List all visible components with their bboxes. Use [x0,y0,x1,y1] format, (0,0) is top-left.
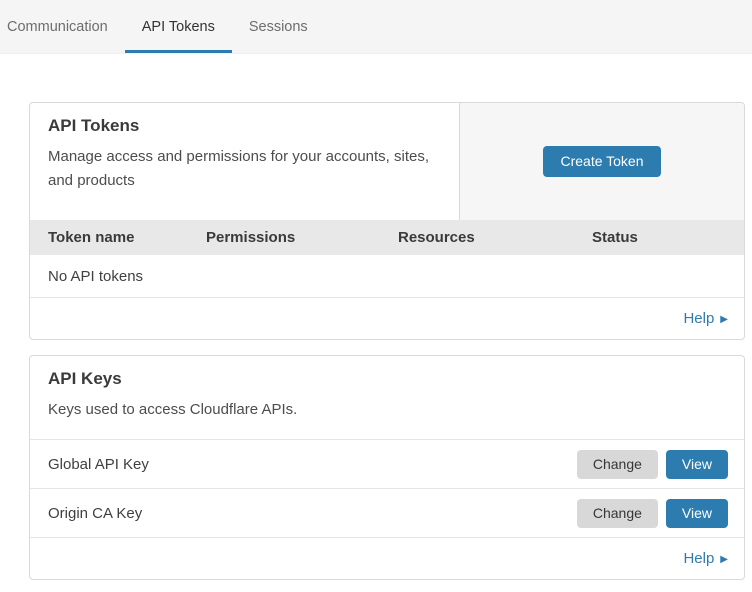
api-tokens-help-link[interactable]: Help ▶ [683,310,728,327]
api-tokens-description: Manage access and permissions for your a… [48,145,441,193]
arrow-right-icon: ▶ [720,314,728,325]
global-api-key-label: Global API Key [48,456,149,473]
global-api-key-view-button[interactable]: View [666,450,728,479]
api-keys-help-link[interactable]: Help ▶ [683,550,728,567]
api-keys-card-header: API Keys Keys used to access Cloudflare … [30,356,744,440]
token-table-empty-row: No API tokens [30,255,744,298]
tab-api-tokens[interactable]: API Tokens [125,0,232,53]
global-api-key-change-button[interactable]: Change [577,450,658,479]
api-tokens-help-row: Help ▶ [30,298,744,339]
api-tokens-card-header-text: API Tokens Manage access and permissions… [30,103,459,220]
token-table-header: Token name Permissions Resources Status [30,220,744,255]
api-tokens-card-header: API Tokens Manage access and permissions… [30,103,744,220]
api-keys-title: API Keys [48,369,726,389]
origin-ca-key-label: Origin CA Key [48,505,142,522]
token-table-empty-message: No API tokens [48,268,143,285]
create-token-button[interactable]: Create Token [543,146,660,177]
global-api-key-row: Global API Key Change View [30,440,744,489]
origin-ca-key-change-button[interactable]: Change [577,499,658,528]
global-api-key-actions: Change View [577,450,728,479]
api-keys-description: Keys used to access Cloudflare APIs. [48,398,726,422]
arrow-right-icon: ▶ [720,554,728,565]
token-table-col-token-name: Token name [48,229,206,246]
main-content: API Tokens Manage access and permissions… [29,102,745,580]
tab-bar: Communication API Tokens Sessions [0,0,752,54]
token-table-col-permissions: Permissions [206,229,398,246]
api-tokens-help-label: Help [683,310,714,327]
origin-ca-key-view-button[interactable]: View [666,499,728,528]
origin-ca-key-row: Origin CA Key Change View [30,489,744,538]
api-keys-help-label: Help [683,550,714,567]
token-table-col-status: Status [592,229,744,246]
api-keys-card: API Keys Keys used to access Cloudflare … [29,355,745,580]
tab-communication[interactable]: Communication [0,0,125,53]
api-tokens-title: API Tokens [48,116,441,136]
token-table-col-resources: Resources [398,229,592,246]
api-tokens-card: API Tokens Manage access and permissions… [29,102,745,340]
api-keys-help-row: Help ▶ [30,538,744,579]
tab-sessions[interactable]: Sessions [232,0,325,53]
origin-ca-key-actions: Change View [577,499,728,528]
api-tokens-card-action-panel: Create Token [459,103,744,220]
